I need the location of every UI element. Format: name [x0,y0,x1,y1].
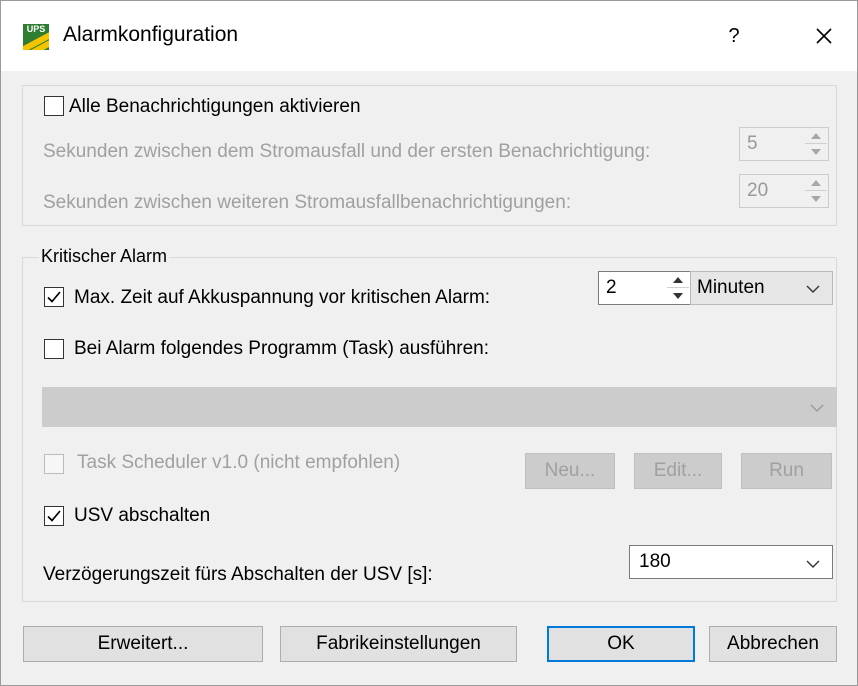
repeat-delay-value: 20 [747,180,769,201]
run-program-label: Bei Alarm folgendes Programm (Task) ausf… [74,338,490,359]
cancel-button[interactable]: Abbrechen [709,626,837,662]
alarm-config-dialog: UPS Alarmkonfiguration ? Alle Benachrich… [0,0,858,686]
enable-all-checkbox[interactable] [44,96,64,116]
arrow-up-icon [811,180,821,186]
first-delay-spinner[interactable]: 5 [739,127,829,161]
checkmark-icon [47,291,61,303]
task-scheduler-label: Task Scheduler v1.0 (nicht empfohlen) [77,452,401,473]
max-time-down-button[interactable] [667,288,689,303]
arrow-down-icon [673,292,683,299]
shutdown-label: USV abschalten [74,505,211,526]
close-icon [816,28,832,44]
max-time-unit-select[interactable]: Minuten [690,271,833,305]
repeat-delay-down-button[interactable] [805,191,827,206]
max-time-checkbox[interactable] [44,287,64,307]
checkmark-icon [47,510,61,522]
help-button[interactable]: ? [719,19,749,53]
arrow-down-icon [811,148,821,155]
enable-all-label: Alle Benachrichtigungen aktivieren [69,96,361,117]
arrow-up-icon [673,277,683,283]
ok-button[interactable]: OK [547,626,695,662]
first-delay-down-button[interactable] [805,144,827,159]
arrow-up-icon [811,133,821,139]
chevron-down-icon [806,560,820,568]
shutdown-delay-label: Verzögerungszeit fürs Abschalten der USV… [43,564,433,585]
first-delay-label: Sekunden zwischen dem Stromausfall und d… [43,141,651,162]
new-task-button[interactable]: Neu... [525,453,615,489]
max-time-unit-value: Minuten [697,277,765,298]
run-program-checkbox[interactable] [44,339,64,359]
task-scheduler-checkbox[interactable] [44,454,64,474]
max-time-up-button[interactable] [667,273,689,288]
advanced-button[interactable]: Erweitert... [23,626,263,662]
program-select[interactable] [42,387,837,427]
title-bar: UPS Alarmkonfiguration ? [1,1,857,71]
close-button[interactable] [806,19,842,53]
chevron-down-icon [810,404,824,412]
repeat-delay-spinner[interactable]: 20 [739,174,829,208]
run-task-button[interactable]: Run [741,453,832,489]
shutdown-delay-value: 180 [639,551,671,572]
app-icon-text: UPS [26,24,46,34]
max-time-spinner[interactable]: 2 [598,271,691,305]
chevron-down-icon [806,285,820,293]
window-title: Alarmkonfiguration [63,23,239,46]
shutdown-checkbox[interactable] [44,506,64,526]
max-time-value: 2 [606,277,617,298]
edit-task-button[interactable]: Edit... [634,453,722,489]
max-time-label: Max. Zeit auf Akkuspannung vor kritische… [74,287,491,308]
first-delay-up-button[interactable] [805,129,827,144]
critical-alarm-legend: Kritischer Alarm [39,245,170,267]
ups-app-icon: UPS [23,24,49,50]
repeat-delay-label: Sekunden zwischen weiteren Stromausfallb… [43,192,572,213]
shutdown-delay-select[interactable]: 180 [629,545,833,579]
repeat-delay-up-button[interactable] [805,176,827,191]
first-delay-value: 5 [747,133,758,154]
factory-defaults-button[interactable]: Fabrikeinstellungen [280,626,517,662]
arrow-down-icon [811,195,821,202]
